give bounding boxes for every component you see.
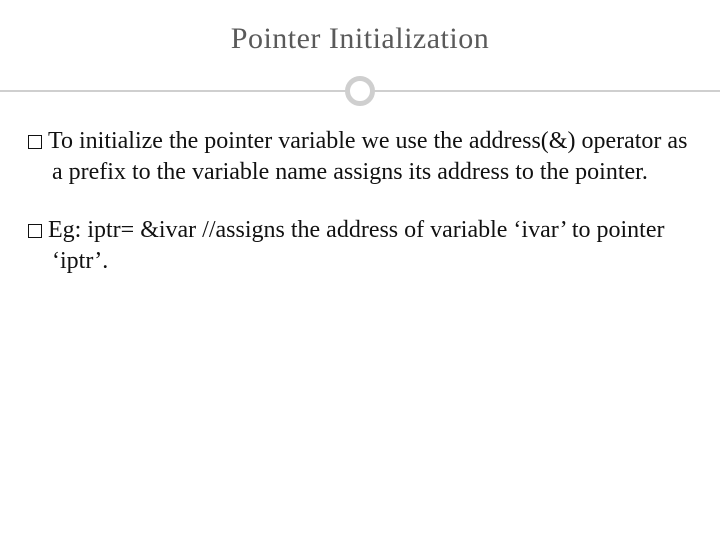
square-bullet-icon [28,224,42,238]
paragraph-line: To initialize the pointer variable we us… [28,126,692,187]
slide-body: To initialize the pointer variable we us… [0,126,720,277]
body-paragraph: Eg: iptr= &ivar //assigns the address of… [28,215,692,276]
divider-circle-icon [345,76,375,106]
paragraph-text: Eg: iptr= &ivar //assigns the address of… [48,217,664,274]
paragraph-line: Eg: iptr= &ivar //assigns the address of… [28,215,692,276]
square-bullet-icon [28,135,42,149]
title-divider [0,74,720,108]
paragraph-text: To initialize the pointer variable we us… [48,128,687,185]
slide-title: Pointer Initialization [0,0,720,74]
body-paragraph: To initialize the pointer variable we us… [28,126,692,187]
slide: Pointer Initialization To initialize the… [0,0,720,540]
